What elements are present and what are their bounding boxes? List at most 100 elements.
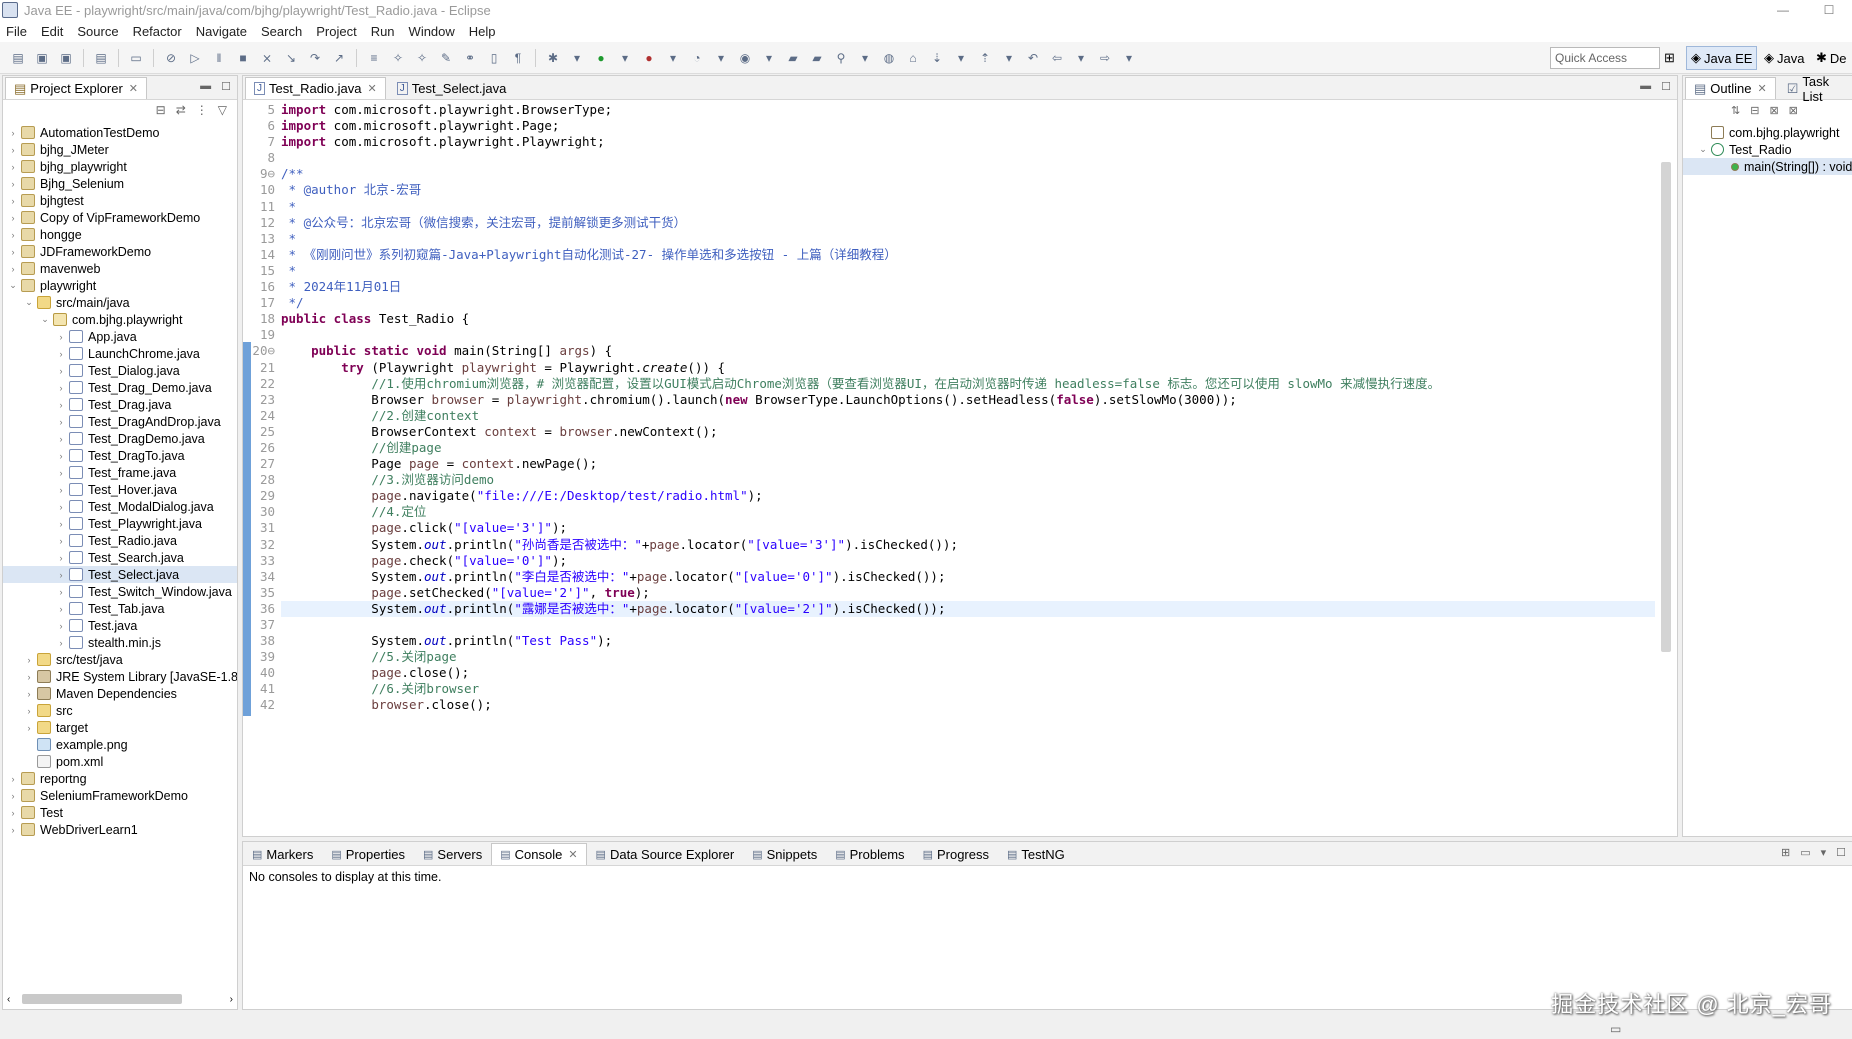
expand-toggle-icon[interactable]: › [55, 502, 67, 512]
tree-item[interactable]: › stealth.min.js [3, 634, 237, 651]
skip-breakpoints-icon[interactable]: ⊘ [162, 49, 180, 67]
expand-toggle-icon[interactable]: › [7, 230, 19, 240]
tree-item[interactable]: › Test_DragTo.java [3, 447, 237, 464]
tree-item[interactable]: › Bjhg_Selenium [3, 175, 237, 192]
tab-snippets[interactable]: ▤ Snippets [743, 843, 826, 865]
expand-toggle-icon[interactable]: › [55, 383, 67, 393]
step-into-icon[interactable]: ↘ [282, 49, 300, 67]
debug-icon[interactable]: ✱ [544, 49, 562, 67]
code-line[interactable]: * [281, 199, 1655, 215]
maximize-icon[interactable]: ☐ [221, 80, 231, 93]
tab-project-explorer[interactable]: ▤ Project Explorer ✕ [5, 77, 147, 99]
chevron-down-icon[interactable]: ▾ [1072, 49, 1090, 67]
chevron-down-icon[interactable]: ▾ [616, 49, 634, 67]
chevron-down-icon[interactable]: ▾ [1120, 49, 1138, 67]
tree-item[interactable]: › bjhg_playwright [3, 158, 237, 175]
tree-item[interactable]: › Test_Select.java [3, 566, 237, 583]
maximize-icon[interactable]: ☐ [1806, 0, 1852, 20]
perspective-java-ee[interactable]: ◈ Java EE [1686, 46, 1758, 70]
close-icon[interactable]: ✕ [368, 82, 377, 95]
horizontal-scrollbar[interactable]: ‹ › [7, 993, 233, 1005]
quick-access-input[interactable]: Quick Access [1550, 47, 1660, 69]
expand-toggle-icon[interactable]: › [55, 485, 67, 495]
tab-editor-file[interactable]: J Test_Select.java [388, 77, 516, 99]
block-icon[interactable]: ▯ [485, 49, 503, 67]
code-line[interactable]: * @公众号：北京宏哥（微信搜索，关注宏哥，提前解锁更多测试干货） [281, 215, 1655, 231]
tree-item[interactable]: › AutomationTestDemo [3, 124, 237, 141]
tree-item[interactable]: › Test_Playwright.java [3, 515, 237, 532]
view-menu-icon[interactable]: ▾ [1821, 846, 1827, 859]
scrollbar-thumb[interactable] [22, 994, 183, 1004]
code-line[interactable]: * 2024年11月01日 [281, 279, 1655, 295]
hide-fields-icon[interactable]: ⊟ [1750, 104, 1759, 117]
tree-item[interactable]: › Test_DragAndDrop.java [3, 413, 237, 430]
open-perspective-icon[interactable]: ⊞ [1660, 46, 1679, 70]
code-line[interactable] [281, 150, 1655, 166]
tab-console[interactable]: ▤ Console ✕ [491, 843, 587, 865]
open-console-icon[interactable]: ▭ [127, 49, 145, 67]
minimize-icon[interactable]: ▬ [1640, 80, 1651, 93]
prev-annotation-icon[interactable]: ⇡ [976, 49, 994, 67]
vertical-scrollbar[interactable] [1661, 102, 1673, 814]
tree-item[interactable]: › bjhg_JMeter [3, 141, 237, 158]
code-line[interactable]: import com.microsoft.playwright.BrowserT… [281, 102, 1655, 118]
link-with-editor-icon[interactable]: ⇄ [176, 103, 186, 117]
expand-toggle-icon[interactable]: › [7, 128, 19, 138]
maximize-icon[interactable]: ☐ [1836, 846, 1846, 859]
expand-toggle-icon[interactable]: › [55, 417, 67, 427]
menu-navigate[interactable]: Navigate [196, 24, 247, 39]
code-line[interactable]: page.click("[value='3']"); [281, 520, 1655, 536]
outline-item[interactable]: com.bjhg.playwright [1683, 124, 1852, 141]
tree-item[interactable]: ⌄ com.bjhg.playwright [3, 311, 237, 328]
expand-toggle-icon[interactable]: › [23, 706, 35, 716]
tree-item[interactable]: › Copy of VipFrameworkDemo [3, 209, 237, 226]
sort-icon[interactable]: ⇅ [1731, 104, 1740, 117]
new-class-icon[interactable]: ◉ [736, 49, 754, 67]
annotation-next-icon[interactable]: ✧ [389, 49, 407, 67]
expand-toggle-icon[interactable]: › [7, 213, 19, 223]
run-external-tool-icon[interactable]: ● [640, 49, 658, 67]
scroll-left-icon[interactable]: ‹ [7, 994, 10, 1005]
menu-source[interactable]: Source [77, 24, 118, 39]
chevron-down-icon[interactable]: ▾ [760, 49, 778, 67]
search-icon[interactable]: ⚲ [832, 49, 850, 67]
code-line[interactable]: page.close(); [281, 665, 1655, 681]
expand-toggle-icon[interactable]: › [55, 349, 67, 359]
code-line[interactable]: page.check("[value='0']"); [281, 553, 1655, 569]
close-icon[interactable]: ✕ [1758, 82, 1767, 95]
code-line[interactable]: Browser browser = playwright.chromium().… [281, 392, 1655, 408]
expand-toggle-icon[interactable]: › [7, 774, 19, 784]
save-icon[interactable]: ▣ [33, 49, 51, 67]
code-line[interactable]: System.out.println("Test Pass"); [281, 633, 1655, 649]
code-line[interactable]: //5.关闭page [281, 649, 1655, 665]
tree-item[interactable]: › Test_Dialog.java [3, 362, 237, 379]
expand-toggle-icon[interactable]: › [23, 655, 35, 665]
menu-project[interactable]: Project [316, 24, 356, 39]
tab-servers[interactable]: ▤ Servers [414, 843, 491, 865]
chevron-down-icon[interactable]: ▾ [712, 49, 730, 67]
code-line[interactable]: //创建page [281, 440, 1655, 456]
tree-item[interactable]: example.png [3, 736, 237, 753]
code-line[interactable]: public class Test_Radio { [281, 311, 1655, 327]
tree-item[interactable]: ⌄ playwright [3, 277, 237, 294]
outline-item[interactable]: main(String[]) : void [1683, 158, 1852, 175]
hide-nonpublic-icon[interactable]: ⊠ [1789, 104, 1798, 117]
tree-item[interactable]: › Test_frame.java [3, 464, 237, 481]
menu-search[interactable]: Search [261, 24, 302, 39]
tab-progress[interactable]: ▤ Progress [914, 843, 998, 865]
tree-item[interactable]: › Maven Dependencies [3, 685, 237, 702]
suspend-icon[interactable]: ‖ [210, 49, 228, 67]
expand-toggle-icon[interactable]: › [7, 179, 19, 189]
expand-toggle-icon[interactable]: › [7, 264, 19, 274]
last-edit-icon[interactable]: ↶ [1024, 49, 1042, 67]
code-line[interactable]: //6.关闭browser [281, 681, 1655, 697]
expand-toggle-icon[interactable]: › [55, 570, 67, 580]
annotation-prev-icon[interactable]: ✧ [413, 49, 431, 67]
tab-data-source-explorer[interactable]: ▤ Data Source Explorer [587, 843, 744, 865]
code-line[interactable]: System.out.println("孙尚香是否被选中："+page.loca… [281, 537, 1655, 553]
display-console-icon[interactable]: ▭ [1800, 846, 1810, 859]
code-line[interactable]: try (Playwright playwright = Playwright.… [281, 360, 1655, 376]
code-area[interactable]: import com.microsoft.playwright.BrowserT… [281, 102, 1655, 714]
back-icon[interactable]: ⇦ [1048, 49, 1066, 67]
expand-toggle-icon[interactable]: › [7, 162, 19, 172]
